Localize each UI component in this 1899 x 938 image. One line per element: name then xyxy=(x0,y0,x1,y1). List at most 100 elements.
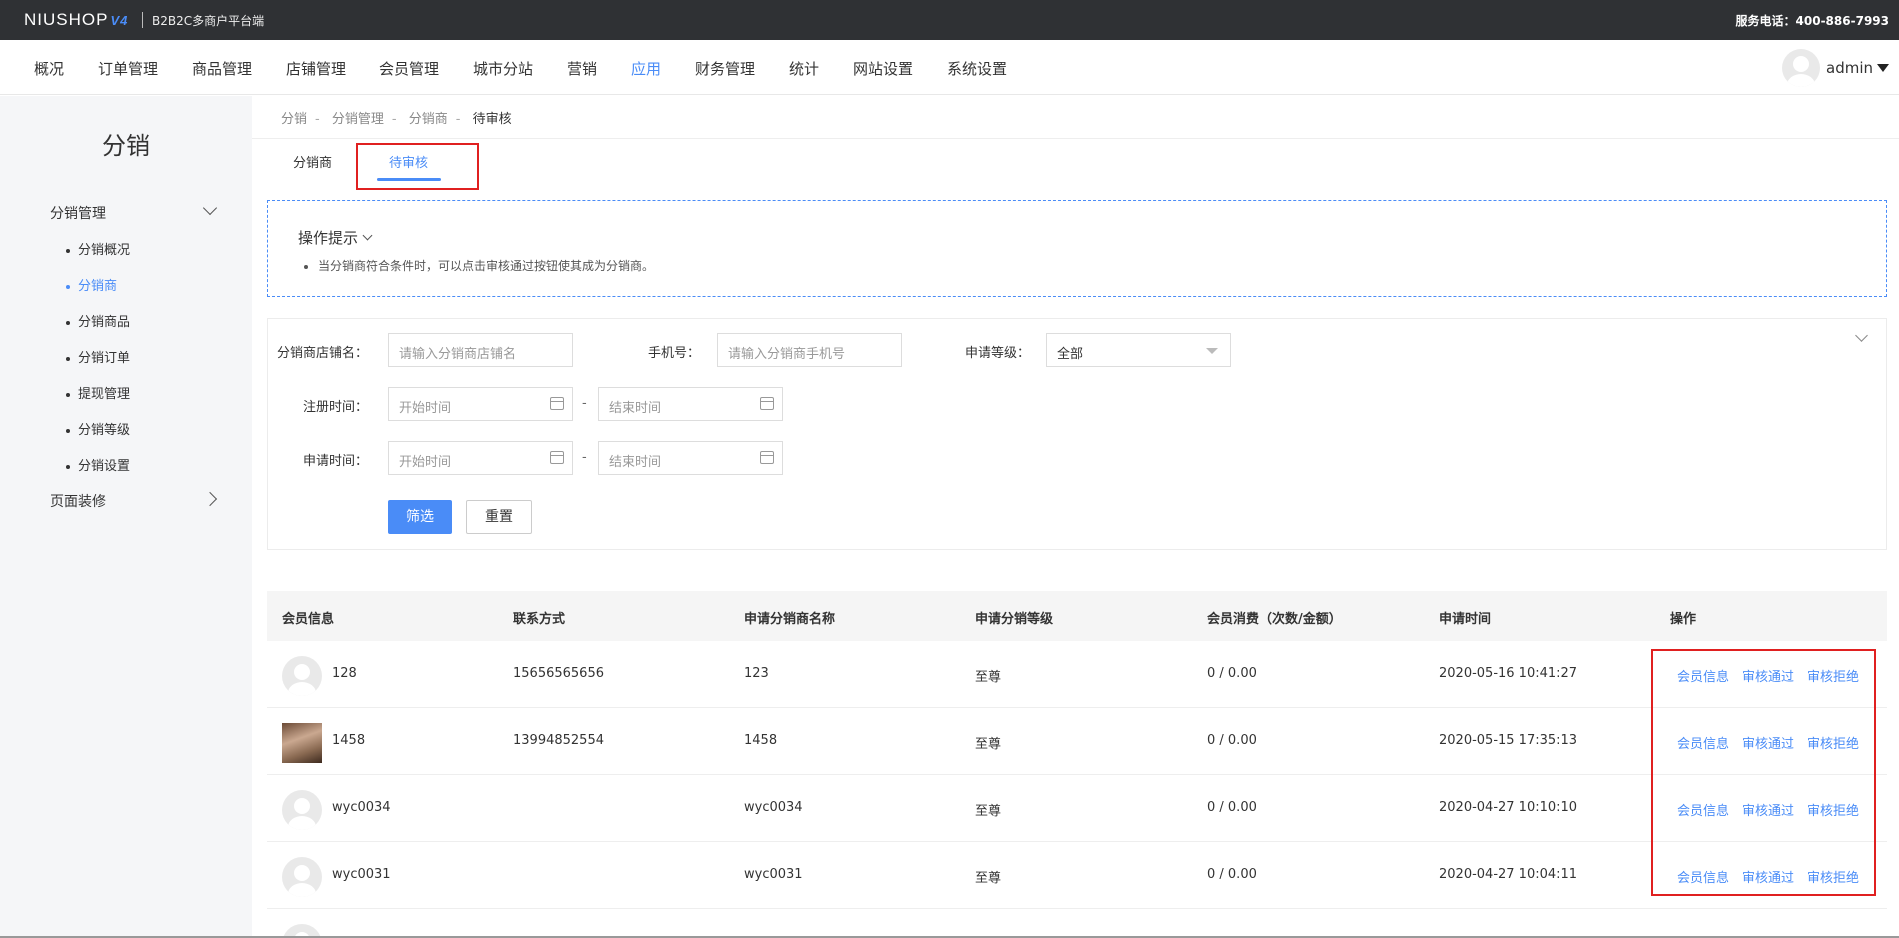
user-menu[interactable]: admin xyxy=(1782,49,1889,87)
member-name: 1458 xyxy=(332,733,366,748)
sidebar-title: 分销 xyxy=(102,132,150,160)
chevron-down-icon[interactable] xyxy=(202,200,218,216)
contact-cell: 13994852554 xyxy=(513,733,604,748)
breadcrumb-current: 待审核 xyxy=(472,112,512,127)
apply-level-label: 申请等级： xyxy=(964,346,1030,361)
apply-end-date[interactable]: 结束时间 xyxy=(598,441,783,475)
apply-level-select[interactable]: 全部 xyxy=(1046,333,1231,367)
chevron-down-icon xyxy=(362,230,373,241)
column-header: 联系方式 xyxy=(513,612,566,627)
nav-item-overview[interactable]: 概况 xyxy=(34,58,64,79)
apply-time-cell: 2020-04-27 10:04:11 xyxy=(1439,867,1578,882)
column-header: 会员信息 xyxy=(282,612,335,627)
sidebar-group-page-decoration[interactable]: 页面装修 xyxy=(50,491,106,511)
user-avatar xyxy=(1782,49,1820,87)
level-cell: 至尊 xyxy=(975,804,1002,819)
shop-name-cell: 1458 xyxy=(744,733,778,748)
shop-name-label: 分销商店铺名： xyxy=(276,346,368,361)
shop-name-input[interactable]: 请输入分销商店铺名 xyxy=(388,333,573,367)
tab-distributors[interactable]: 分销商 xyxy=(293,152,332,171)
level-cell: 至尊 xyxy=(975,670,1002,685)
sidebar-item-levels[interactable]: 分销等级 xyxy=(66,419,130,438)
chevron-right-icon[interactable] xyxy=(202,491,218,507)
sidebar-item-overview[interactable]: 分销概况 xyxy=(66,239,130,258)
member-avatar xyxy=(282,723,322,763)
column-header: 申请时间 xyxy=(1439,612,1492,627)
collapse-chevron-icon[interactable] xyxy=(1855,329,1868,342)
highlight-box-tab xyxy=(356,143,479,190)
calendar-icon xyxy=(550,397,564,410)
column-header: 操作 xyxy=(1670,612,1697,627)
nav-item-apps[interactable]: 应用 xyxy=(631,58,661,79)
level-cell: 至尊 xyxy=(975,871,1002,886)
column-header: 申请分销等级 xyxy=(975,612,1054,627)
register-end-date[interactable]: 结束时间 xyxy=(598,387,783,421)
apply-time-cell: 2020-05-16 10:41:27 xyxy=(1439,666,1578,681)
table-row: 1458 13994852554 1458 至尊 0 / 0.00 2020-0… xyxy=(267,708,1887,775)
breadcrumb-item[interactable]: 分销 xyxy=(281,112,307,127)
sidebar-item-orders[interactable]: 分销订单 xyxy=(66,347,130,366)
nav-item-shops[interactable]: 店铺管理 xyxy=(286,58,346,79)
sidebar: 分销 分销管理 分销概况 分销商 分销商品 分销订单 提现管理 分销等级 分销设… xyxy=(0,96,252,938)
member-name: wyc0034 xyxy=(332,800,391,815)
service-hotline: 服务电话：400-886-7993 xyxy=(1735,14,1889,28)
filter-button[interactable]: 筛选 xyxy=(388,500,452,534)
nav-item-site-settings[interactable]: 网站设置 xyxy=(853,58,913,79)
tips-item: 当分销商符合条件时，可以点击审核通过按钮使其成为分销商。 xyxy=(304,257,654,274)
sidebar-item-goods[interactable]: 分销商品 xyxy=(66,311,130,330)
date-range-dash: - xyxy=(582,450,587,465)
table-row: 128 15656565656 123 至尊 0 / 0.00 2020-05-… xyxy=(267,641,1887,708)
sidebar-item-distributors[interactable]: 分销商 xyxy=(66,275,117,294)
top-bar: NIUSHOP V4 B2B2C多商户平台端 服务电话：400-886-7993 xyxy=(0,0,1899,40)
register-start-date[interactable]: 开始时间 xyxy=(388,387,573,421)
table-row-partial xyxy=(267,909,1887,938)
sidebar-group-distribution-management[interactable]: 分销管理 xyxy=(50,203,106,223)
member-avatar xyxy=(282,790,322,830)
register-time-label: 注册时间： xyxy=(302,400,368,415)
column-header: 会员消费（次数/金额） xyxy=(1207,612,1342,627)
logo-divider xyxy=(142,12,143,28)
nav-item-goods[interactable]: 商品管理 xyxy=(192,58,252,79)
apply-start-date[interactable]: 开始时间 xyxy=(388,441,573,475)
nav-item-marketing[interactable]: 营销 xyxy=(567,58,597,79)
calendar-icon xyxy=(550,451,564,464)
breadcrumb-item[interactable]: 分销商 xyxy=(409,112,448,127)
breadcrumb-item[interactable]: 分销管理 xyxy=(332,112,384,127)
operation-tips: 操作提示 当分销商符合条件时，可以点击审核通过按钮使其成为分销商。 xyxy=(267,200,1887,297)
nav-item-stats[interactable]: 统计 xyxy=(789,58,819,79)
shop-name-cell: 123 xyxy=(744,666,769,681)
consume-cell: 0 / 0.00 xyxy=(1207,666,1257,681)
nav-item-members[interactable]: 会员管理 xyxy=(379,58,439,79)
member-avatar xyxy=(282,656,322,696)
apply-time-cell: 2020-04-27 10:10:10 xyxy=(1439,800,1578,815)
member-name: wyc0031 xyxy=(332,867,391,882)
nav-item-finance[interactable]: 财务管理 xyxy=(695,58,755,79)
main-nav: 概况 订单管理 商品管理 店铺管理 会员管理 城市分站 营销 应用 财务管理 统… xyxy=(0,40,1899,95)
highlight-box-actions xyxy=(1651,649,1876,896)
phone-input[interactable]: 请输入分销商手机号 xyxy=(717,333,902,367)
divider xyxy=(252,138,1899,139)
calendar-icon xyxy=(760,397,774,410)
nav-item-system-settings[interactable]: 系统设置 xyxy=(947,58,1007,79)
shop-name-cell: wyc0031 xyxy=(744,867,803,882)
column-header: 申请分销商名称 xyxy=(744,612,836,627)
nav-item-city-substation[interactable]: 城市分站 xyxy=(473,58,533,79)
table-row: wyc0031 wyc0031 至尊 0 / 0.00 2020-04-27 1… xyxy=(267,842,1887,909)
tips-title[interactable]: 操作提示 xyxy=(298,227,373,248)
sidebar-item-withdrawal[interactable]: 提现管理 xyxy=(66,383,130,402)
consume-cell: 0 / 0.00 xyxy=(1207,800,1257,815)
user-name: admin xyxy=(1826,59,1873,77)
reset-button[interactable]: 重置 xyxy=(466,500,532,534)
apply-time-label: 申请时间： xyxy=(302,454,368,469)
sidebar-item-settings[interactable]: 分销设置 xyxy=(66,455,130,474)
member-avatar xyxy=(282,857,322,897)
shop-name-cell: wyc0034 xyxy=(744,800,803,815)
niushop-logo[interactable]: NIUSHOP V4 xyxy=(24,10,128,30)
member-name: 128 xyxy=(332,666,357,681)
contact-cell: 15656565656 xyxy=(513,666,604,681)
caret-down-icon xyxy=(1877,64,1889,72)
table-header: 会员信息 联系方式 申请分销商名称 申请分销等级 会员消费（次数/金额） 申请时… xyxy=(267,591,1887,641)
nav-item-orders[interactable]: 订单管理 xyxy=(98,58,158,79)
level-cell: 至尊 xyxy=(975,737,1002,752)
apply-time-cell: 2020-05-15 17:35:13 xyxy=(1439,733,1578,748)
